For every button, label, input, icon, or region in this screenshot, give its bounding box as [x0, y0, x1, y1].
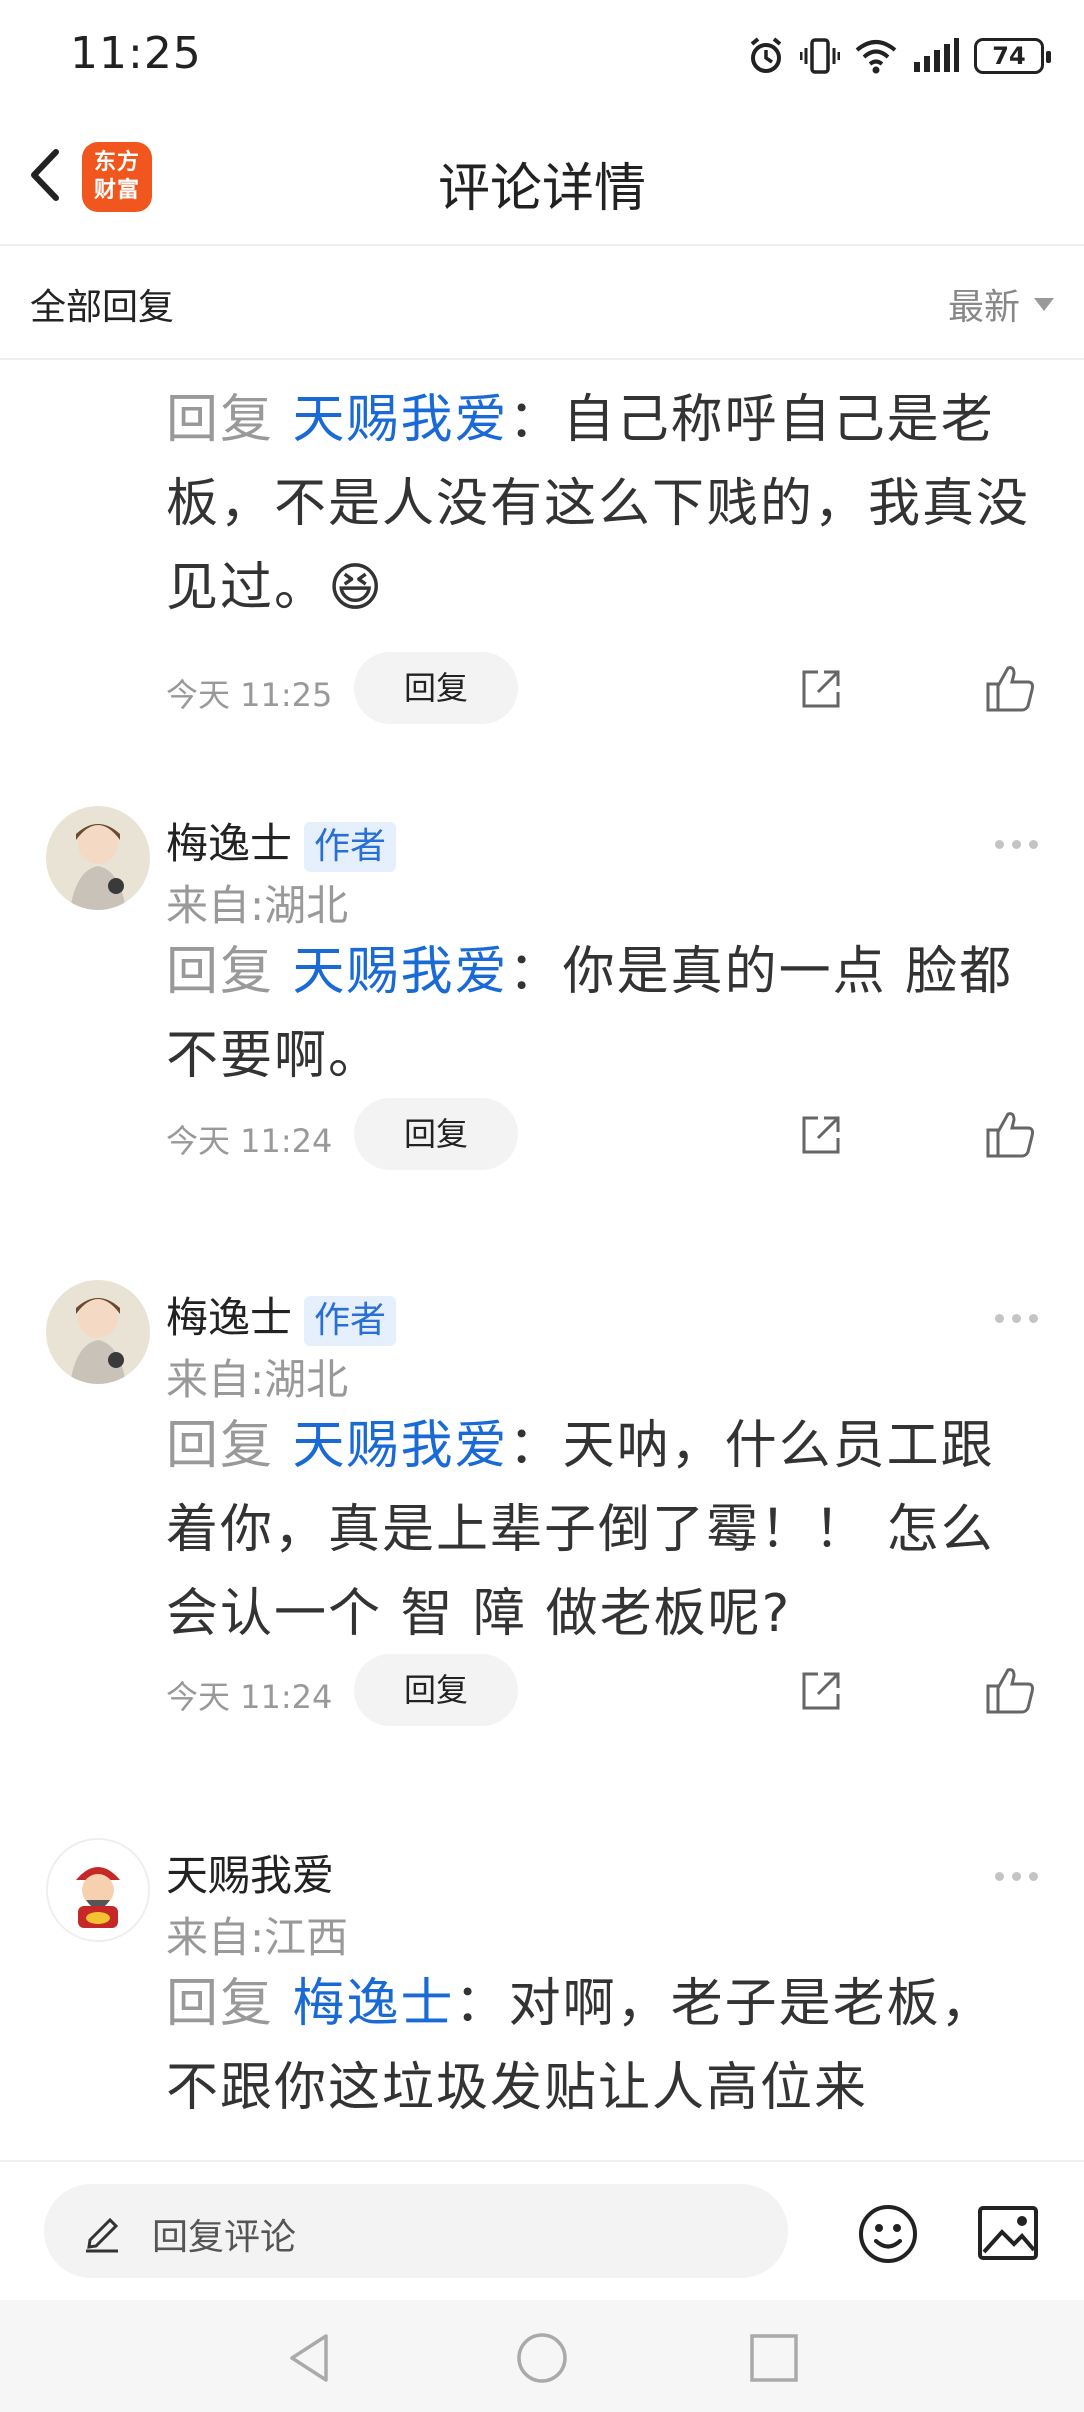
battery-indicator: 74	[974, 38, 1051, 74]
filter-bar: 全部回复 最新	[0, 246, 1084, 360]
laughing-emoji: 😆	[328, 558, 385, 618]
sort-dropdown[interactable]: 最新	[948, 278, 1054, 330]
comment-meta-row: 今天 11:24 回复	[166, 1654, 1046, 1726]
mention-link[interactable]: 梅逸士	[293, 1974, 455, 2034]
share-icon[interactable]	[796, 1110, 846, 1160]
status-icons: 74	[746, 30, 1051, 82]
more-options-icon[interactable]	[995, 840, 1038, 849]
thumbs-up-icon[interactable]	[984, 1108, 1036, 1160]
more-options-icon[interactable]	[995, 1314, 1038, 1323]
mention-link[interactable]: 天赐我爱	[293, 1416, 509, 1476]
alarm-icon	[750, 37, 782, 73]
top-nav-bar: 东方 财富 评论详情	[0, 112, 1084, 246]
author-badge: 作者	[304, 1295, 397, 1346]
reply-button[interactable]: 回复	[354, 1098, 518, 1170]
reply-prefix: 回复	[166, 390, 275, 450]
location-label: 来自:湖北	[166, 881, 349, 930]
reply-input-placeholder: 回复评论	[152, 2217, 297, 2258]
location-label: 来自:湖北	[166, 1355, 349, 1404]
username-text: 天赐我爱	[166, 1851, 335, 1900]
comment-text: 回复 天赐我爱：自己称呼自己是老板，不是人没有这么下贱的，我真没见过。😆	[166, 378, 1046, 630]
username[interactable]: 梅逸士 作者	[166, 1284, 397, 1346]
comment-feed: 回复 天赐我爱：自己称呼自己是老板，不是人没有这么下贱的，我真没见过。😆 今天 …	[0, 360, 1084, 2160]
vibrate-icon	[800, 38, 840, 74]
sort-label: 最新	[947, 287, 1020, 328]
system-nav-bar	[0, 2300, 1084, 2412]
signal-icon	[914, 38, 959, 72]
share-icon[interactable]	[796, 664, 846, 714]
author-badge: 作者	[304, 821, 397, 872]
emoji-icon[interactable]	[856, 2202, 920, 2266]
reply-button[interactable]: 回复	[354, 652, 518, 724]
nav-home-icon[interactable]	[514, 2330, 570, 2386]
reply-prefix: 回复	[166, 1974, 275, 2034]
comment-time: 今天 11:24	[166, 1122, 333, 1160]
reply-input-bar: 回复评论	[0, 2160, 1084, 2302]
comment-body: ：对啊，老子是老板，不跟你这垃圾发贴让人高位来	[166, 1974, 995, 2118]
caret-down-icon	[1034, 297, 1054, 311]
comment-meta-row: 今天 11:25 回复	[166, 652, 1046, 724]
nav-recents-icon[interactable]	[746, 2330, 802, 2386]
comment-text: 回复 天赐我爱：你是真的一点 脸都不要啊。	[166, 930, 1046, 1098]
comment-meta-row: 今天 11:24 回复	[166, 1098, 1046, 1170]
comment-body: ：天呐，什么员工跟着你，真是上辈子倒了霉！！ 怎么会认一个 智 障 做老板呢?	[166, 1416, 995, 1644]
avatar[interactable]	[46, 1280, 150, 1384]
username[interactable]: 天赐我爱	[166, 1842, 334, 1903]
avatar[interactable]	[46, 1838, 150, 1942]
reply-prefix: 回复	[166, 942, 275, 1002]
pencil-icon	[86, 2217, 119, 2253]
mention-link[interactable]: 天赐我爱	[293, 942, 509, 1002]
status-time: 11:25	[70, 28, 202, 79]
location-label: 来自:江西	[166, 1913, 349, 1962]
nav-back-icon[interactable]	[282, 2330, 338, 2386]
username[interactable]: 梅逸士 作者	[166, 810, 397, 872]
username-text: 梅逸士	[166, 1293, 293, 1342]
username-text: 梅逸士	[166, 819, 293, 868]
reply-prefix: 回复	[166, 1416, 275, 1476]
comment-time: 今天 11:24	[166, 1678, 333, 1716]
thumbs-up-icon[interactable]	[984, 662, 1036, 714]
mention-link[interactable]: 天赐我爱	[293, 390, 509, 450]
page-title: 评论详情	[437, 159, 646, 219]
more-options-icon[interactable]	[995, 1872, 1038, 1881]
reply-button[interactable]: 回复	[354, 1654, 518, 1726]
all-replies-label: 全部回复	[30, 287, 175, 328]
thumbs-up-icon[interactable]	[984, 1664, 1036, 1716]
comment-text: 回复 天赐我爱：天呐，什么员工跟着你，真是上辈子倒了霉！！ 怎么会认一个 智 障…	[166, 1404, 1046, 1656]
image-icon[interactable]	[976, 2204, 1040, 2262]
avatar[interactable]	[46, 806, 150, 910]
comment-text: 回复 梅逸士：对啊，老子是老板，不跟你这垃圾发贴让人高位来	[166, 1962, 1046, 2130]
status-bar: 11:25 74	[0, 0, 1084, 112]
wifi-icon	[855, 40, 897, 74]
share-icon[interactable]	[796, 1666, 846, 1716]
reply-input[interactable]: 回复评论	[44, 2184, 788, 2278]
comment-time: 今天 11:25	[166, 676, 333, 714]
